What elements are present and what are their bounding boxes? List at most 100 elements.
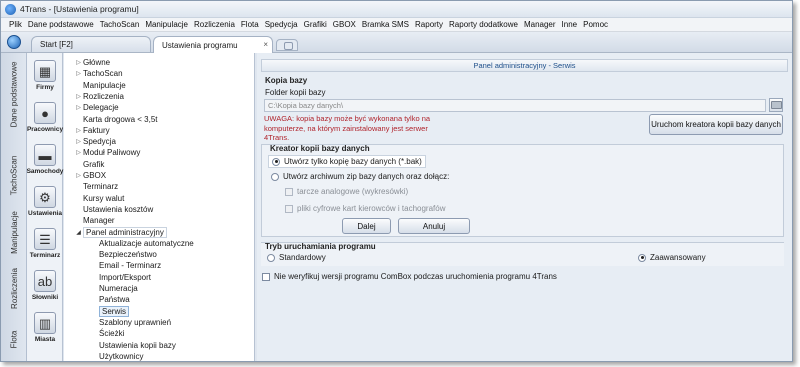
tree-item-label: Moduł Paliwowy: [83, 148, 141, 158]
menu-item[interactable]: Bramka SMS: [359, 20, 412, 29]
option-copy-only[interactable]: Utwórz tylko kopię bazy danych (*.bak): [268, 155, 426, 168]
tab-settings[interactable]: Ustawienia programu ×: [153, 36, 273, 53]
option-zip[interactable]: Utwórz archiwum zip bazy danych oraz doł…: [271, 172, 449, 181]
tree-item[interactable]: Aktualizacje automatyczne: [90, 238, 194, 249]
tree-item[interactable]: Kursy walut: [74, 193, 124, 204]
tree-item-label: Numeracja: [99, 284, 138, 293]
radio-zip[interactable]: [271, 172, 279, 181]
expand-arrow-icon[interactable]: ▷: [74, 138, 83, 145]
vtab-flota[interactable]: Flota: [3, 319, 25, 359]
module-button[interactable]: ▬ Samochody: [27, 141, 63, 181]
vtab-label: Rozliczenia: [9, 267, 19, 309]
expand-arrow-icon[interactable]: ▷: [74, 127, 83, 134]
module-button[interactable]: ⚙ Ustawienia: [28, 183, 62, 223]
app-orb-icon[interactable]: [7, 35, 21, 49]
menu-item[interactable]: TachoScan: [97, 20, 143, 29]
close-tab-icon[interactable]: ×: [263, 40, 268, 49]
checkbox-tarcze[interactable]: [285, 187, 293, 196]
menu-item[interactable]: Dane podstawowe: [25, 20, 97, 29]
tree-item-label: Email - Terminarz: [99, 261, 162, 271]
backup-folder-input[interactable]: C:\Kopia bazy danych\: [264, 99, 766, 112]
tree-item[interactable]: Państwa: [90, 294, 130, 305]
radio-mode-advanced[interactable]: [638, 253, 646, 262]
module-button[interactable]: ab Słowniki: [29, 267, 61, 307]
combox-option[interactable]: Nie weryfikuj wersji programu ComBox pod…: [262, 272, 557, 281]
tree-item[interactable]: Grafik: [74, 159, 104, 170]
menu-item[interactable]: Inne: [559, 20, 581, 29]
vtab-dane-podstawowe[interactable]: Dane podstawowe: [3, 55, 25, 133]
browse-folder-icon[interactable]: [769, 98, 783, 112]
cancel-button[interactable]: Anuluj: [398, 218, 470, 234]
tree-item[interactable]: Ustawienia kopii bazy: [90, 340, 176, 351]
checkbox-combox[interactable]: [262, 272, 270, 281]
radio-copy-only[interactable]: [272, 157, 280, 166]
tree-item[interactable]: Szablony uprawnień: [90, 317, 171, 328]
tree-item-label: Manager: [83, 216, 115, 226]
module-button[interactable]: ▥ Miasta: [29, 309, 61, 349]
building-icon: ▦: [34, 60, 56, 82]
tree-item[interactable]: Manipulacje: [74, 80, 126, 91]
tree-item[interactable]: ◢ Panel administracyjny: [74, 226, 167, 238]
expand-arrow-icon[interactable]: ▷: [74, 93, 83, 100]
tree-item[interactable]: Ustawienia kosztów: [74, 204, 153, 215]
option-pliki[interactable]: pliki cyfrowe kart kierowców i tachograf…: [285, 204, 446, 213]
menu-item[interactable]: Grafiki: [301, 20, 330, 29]
tree-item[interactable]: Numeracja: [90, 283, 138, 294]
menu-item[interactable]: Flota: [238, 20, 262, 29]
menu-item[interactable]: Pomoc: [580, 20, 611, 29]
tree-item[interactable]: Karta drogowa < 3,5t: [74, 114, 158, 125]
tree-item[interactable]: ▷ GBOX: [74, 170, 106, 181]
tree-item[interactable]: Serwis: [90, 305, 130, 317]
expanded-arrow-icon[interactable]: ◢: [74, 229, 83, 236]
tree-item[interactable]: ▷ Rozliczenia: [74, 91, 124, 102]
module-button[interactable]: ☰ Terminarz: [29, 225, 61, 265]
tree-item[interactable]: Użytkownicy: [90, 351, 143, 361]
tree-item[interactable]: Manager: [74, 215, 115, 226]
new-tab-button[interactable]: [276, 39, 298, 51]
tree-item[interactable]: Ścieżki: [90, 328, 124, 339]
tree-item[interactable]: Bezpieczeństwo: [90, 249, 157, 260]
tree-item-label: Bezpieczeństwo: [99, 250, 157, 260]
tree-item[interactable]: ▷ Moduł Paliwowy: [74, 147, 140, 158]
truck-icon: ▬: [34, 144, 56, 166]
menu-item[interactable]: Raporty: [412, 20, 446, 29]
tab-start[interactable]: Start [F2]: [31, 36, 151, 52]
tree-item[interactable]: Import/Eksport: [90, 272, 151, 283]
tree-item[interactable]: Email - Terminarz: [90, 260, 161, 271]
mode-advanced[interactable]: Zaawansowany: [638, 253, 706, 262]
next-button[interactable]: Dalej: [342, 218, 391, 234]
tree-item-label: Ścieżki: [99, 329, 125, 339]
menu-item[interactable]: Manager: [521, 20, 559, 29]
checkbox-pliki[interactable]: [285, 204, 293, 213]
menu-item[interactable]: GBOX: [330, 20, 359, 29]
tree-item-label: Delegacje: [83, 103, 119, 113]
tree-item[interactable]: Terminarz: [74, 181, 118, 192]
menu-item[interactable]: Plik: [6, 20, 25, 29]
run-backup-wizard-button[interactable]: Uruchom kreatora kopii bazy danych: [649, 114, 783, 135]
option-tarcze[interactable]: tarcze analogowe (wykresówki): [285, 187, 408, 196]
module-button[interactable]: ▦ Firmy: [29, 57, 61, 97]
menu-item[interactable]: Manipulacje: [142, 20, 191, 29]
tree-item[interactable]: ▷ Delegacje: [74, 102, 119, 113]
expand-arrow-icon[interactable]: ▷: [74, 104, 83, 111]
menu-item[interactable]: Rozliczenia: [191, 20, 238, 29]
radio-mode-standard[interactable]: [267, 253, 275, 262]
menu-item[interactable]: Spedycja: [262, 20, 301, 29]
tab-settings-label: Ustawienia programu: [162, 40, 238, 50]
module-button[interactable]: ● Pracownicy: [27, 99, 63, 139]
expand-arrow-icon[interactable]: ▷: [74, 59, 83, 66]
module-button-column: ▦ Firmy ● Pracownicy ▬ Samochody ⚙ Ustawienia ☰ T…: [27, 53, 63, 361]
expand-arrow-icon[interactable]: ▷: [74, 172, 83, 179]
tree-item[interactable]: ▷ TachoScan: [74, 68, 122, 79]
tree-item[interactable]: ▷ Spedycja: [74, 136, 116, 147]
tree-item-label: Aktualizacje automatyczne: [99, 238, 194, 248]
tree-item[interactable]: ▷ Główne: [74, 57, 110, 68]
vtab-rozliczenia[interactable]: Rozliczenia: [3, 251, 25, 325]
tree-item-label: Karta drogowa < 3,5t: [83, 114, 158, 124]
menu-item[interactable]: Raporty dodatkowe: [446, 20, 521, 29]
vtab-label: TachoScan: [9, 155, 19, 195]
expand-arrow-icon[interactable]: ▷: [74, 149, 83, 156]
mode-standard[interactable]: Standardowy: [267, 253, 326, 262]
tree-item[interactable]: ▷ Faktury: [74, 125, 109, 136]
expand-arrow-icon[interactable]: ▷: [74, 70, 83, 77]
